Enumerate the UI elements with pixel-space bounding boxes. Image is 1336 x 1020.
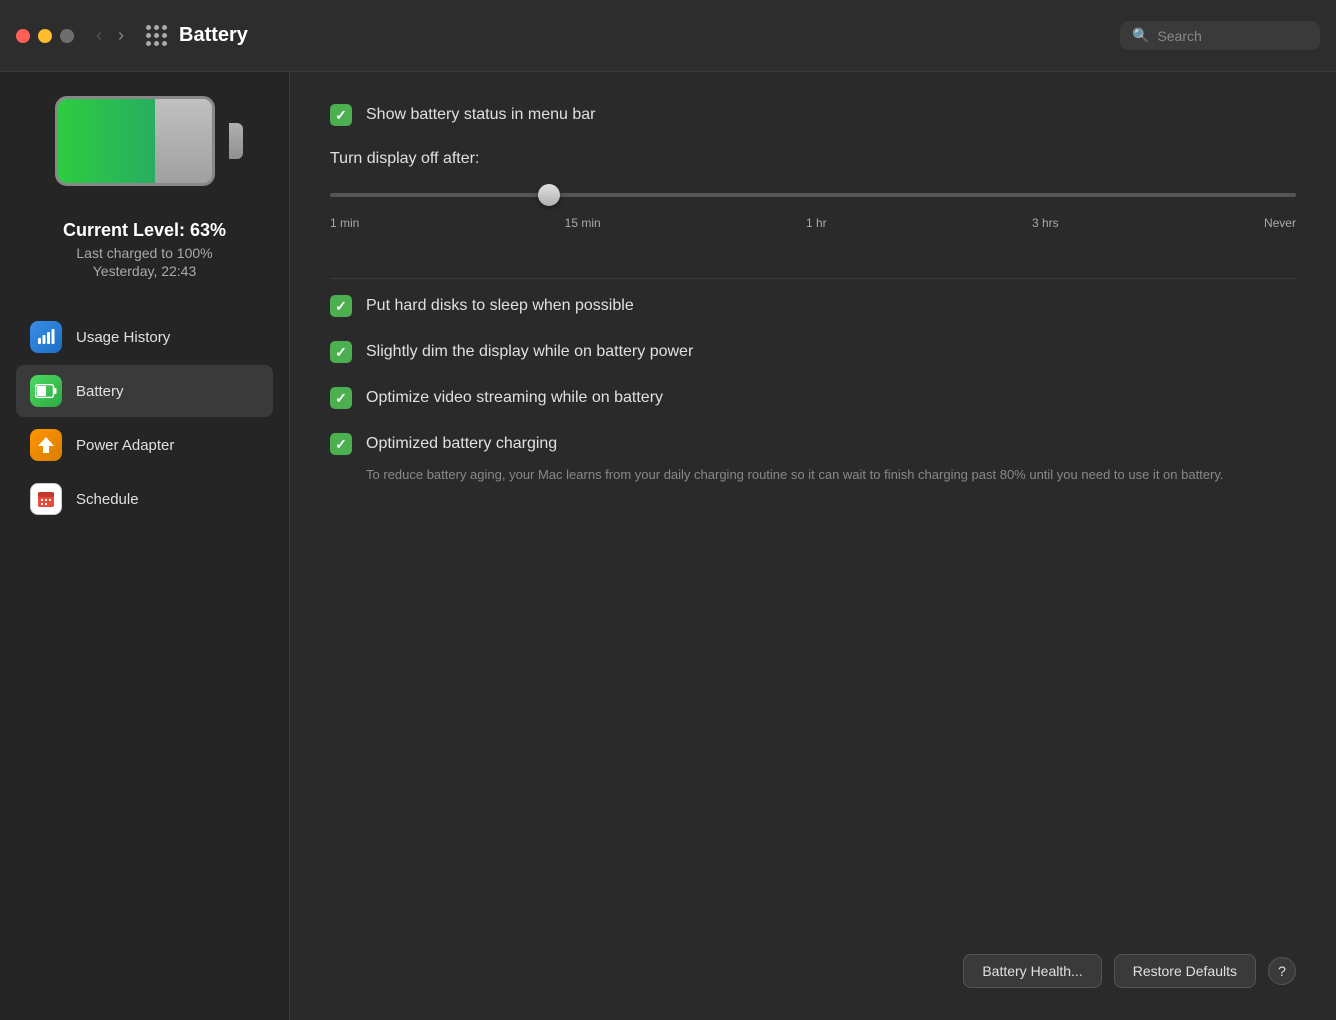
slider-label-min: 1 min	[330, 216, 359, 230]
battery-health-button[interactable]: Battery Health...	[963, 954, 1101, 988]
battery-level-text: Current Level: 63%	[63, 220, 226, 241]
battery-terminal	[229, 123, 243, 159]
video-streaming-checkbox[interactable]: ✓	[330, 387, 352, 409]
sidebar-item-power-adapter[interactable]: Power Adapter	[16, 419, 273, 471]
slider-labels: 1 min 15 min 1 hr 3 hrs Never	[330, 216, 1296, 230]
hard-disks-label: Put hard disks to sleep when possible	[366, 297, 634, 315]
grid-dot	[154, 41, 159, 46]
search-input[interactable]	[1157, 28, 1308, 44]
show-battery-checkbox[interactable]: ✓	[330, 104, 352, 126]
checkmark-icon: ✓	[335, 344, 347, 361]
grid-dot	[154, 33, 159, 38]
slider-label-never: Never	[1264, 216, 1296, 230]
dim-display-row: ✓ Slightly dim the display while on batt…	[330, 341, 1296, 363]
sidebar-label-schedule: Schedule	[76, 491, 139, 508]
checkmark-icon: ✓	[335, 390, 347, 407]
grid-dot	[162, 33, 167, 38]
battery-icon-visual	[55, 96, 235, 196]
nav-arrows: ‹ ›	[90, 21, 130, 50]
hard-disks-checkbox[interactable]: ✓	[330, 295, 352, 317]
sidebar-label-power-adapter: Power Adapter	[76, 437, 174, 454]
grid-dot	[146, 33, 151, 38]
battery-body	[55, 96, 215, 186]
sidebar: Current Level: 63% Last charged to 100% …	[0, 72, 290, 1020]
optimized-charging-row: ✓ Optimized battery charging	[330, 433, 1296, 455]
checkmark-icon: ✓	[335, 298, 347, 315]
show-battery-label: Show battery status in menu bar	[366, 106, 595, 124]
options-section: ✓ Put hard disks to sleep when possible …	[330, 295, 1296, 501]
search-box[interactable]: 🔍	[1120, 21, 1320, 50]
display-off-section: Turn display off after: 1 min 15 min 1 h…	[330, 150, 1296, 230]
sidebar-nav: Usage History Battery	[0, 311, 289, 525]
app-grid-icon[interactable]	[146, 25, 167, 46]
usage-history-icon	[30, 321, 62, 353]
display-off-slider-container	[330, 184, 1296, 202]
dim-display-checkbox[interactable]: ✓	[330, 341, 352, 363]
optimized-charging-checkbox[interactable]: ✓	[330, 433, 352, 455]
traffic-lights	[16, 29, 74, 43]
forward-button[interactable]: ›	[112, 21, 130, 50]
checkmark-icon: ✓	[335, 436, 347, 453]
sidebar-item-usage-history[interactable]: Usage History	[16, 311, 273, 363]
schedule-icon	[30, 483, 62, 515]
power-adapter-icon	[30, 429, 62, 461]
last-charged-date: Yesterday, 22:43	[63, 263, 226, 279]
battery-body-wrapper	[55, 96, 229, 186]
search-icon: 🔍	[1132, 27, 1149, 44]
dim-display-label: Slightly dim the display while on batter…	[366, 343, 693, 361]
sidebar-item-battery[interactable]: Battery	[16, 365, 273, 417]
restore-defaults-button[interactable]: Restore Defaults	[1114, 954, 1256, 988]
battery-info: Current Level: 63% Last charged to 100% …	[63, 220, 226, 279]
checkmark-icon: ✓	[335, 107, 347, 124]
hard-disks-row: ✓ Put hard disks to sleep when possible	[330, 295, 1296, 317]
display-off-title: Turn display off after:	[330, 150, 1296, 168]
sidebar-label-battery: Battery	[76, 383, 124, 400]
fullscreen-button[interactable]	[60, 29, 74, 43]
main-container: Current Level: 63% Last charged to 100% …	[0, 72, 1336, 1020]
show-battery-row: ✓ Show battery status in menu bar	[330, 104, 1296, 126]
grid-dot	[162, 41, 167, 46]
titlebar: ‹ › Battery 🔍	[0, 0, 1336, 72]
content-area: ✓ Show battery status in menu bar Turn d…	[290, 72, 1336, 1020]
battery-nav-icon	[30, 375, 62, 407]
help-button[interactable]: ?	[1268, 957, 1296, 985]
divider	[330, 278, 1296, 279]
last-charged-text: Last charged to 100%	[63, 245, 226, 261]
optimized-charging-description: To reduce battery aging, your Mac learns…	[366, 465, 1296, 485]
close-button[interactable]	[16, 29, 30, 43]
optimized-charging-label: Optimized battery charging	[366, 435, 557, 453]
slider-label-1hr: 1 hr	[806, 216, 827, 230]
video-streaming-label: Optimize video streaming while on batter…	[366, 389, 663, 407]
slider-label-15min: 15 min	[565, 216, 601, 230]
grid-dot	[162, 25, 167, 30]
grid-dot	[146, 25, 151, 30]
grid-dot	[146, 41, 151, 46]
battery-fill	[58, 99, 155, 183]
sidebar-label-usage-history: Usage History	[76, 329, 170, 346]
window-title: Battery	[179, 24, 1120, 47]
video-streaming-row: ✓ Optimize video streaming while on batt…	[330, 387, 1296, 409]
display-off-slider[interactable]	[330, 193, 1296, 197]
slider-label-3hrs: 3 hrs	[1032, 216, 1059, 230]
back-button[interactable]: ‹	[90, 21, 108, 50]
bottom-bar: Battery Health... Restore Defaults ?	[963, 954, 1296, 988]
grid-dot	[154, 25, 159, 30]
sidebar-item-schedule[interactable]: Schedule	[16, 473, 273, 525]
minimize-button[interactable]	[38, 29, 52, 43]
